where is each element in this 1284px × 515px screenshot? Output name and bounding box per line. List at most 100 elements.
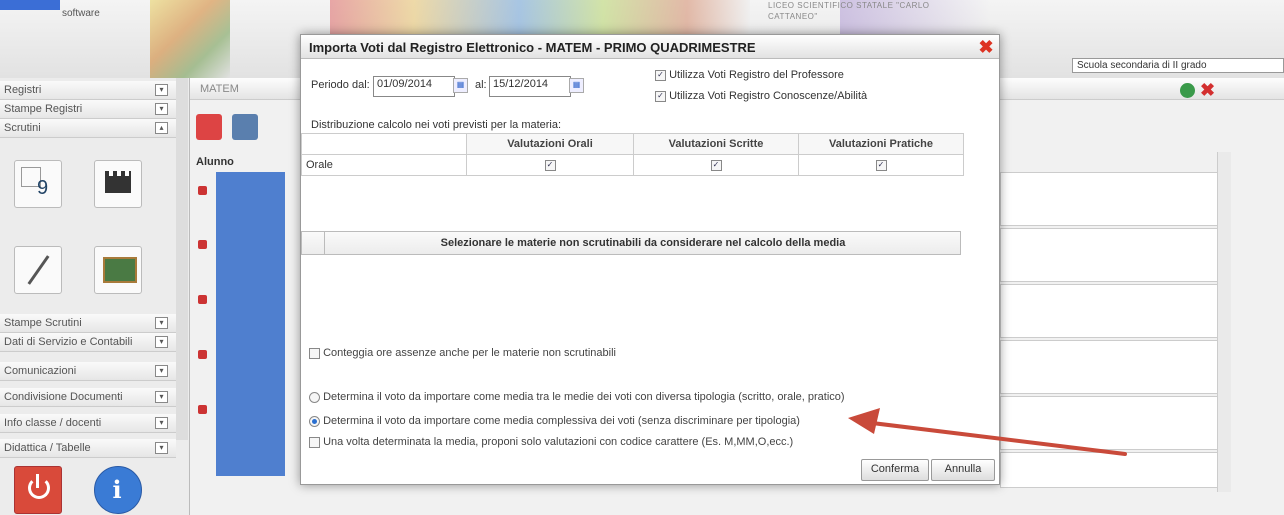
- annotation-arrow-icon: [848, 408, 1127, 456]
- period-from-input[interactable]: 01/09/2014: [373, 76, 455, 97]
- school-level-select[interactable]: Scuola secondaria di II grado: [1072, 58, 1284, 73]
- expand-icon[interactable]: ▾: [155, 84, 168, 96]
- confirm-button[interactable]: Conferma: [861, 459, 929, 481]
- checkbox-checked[interactable]: ✓: [655, 90, 666, 102]
- sidebar-item-scrutini[interactable]: Scrutini ▴: [0, 119, 176, 138]
- cancel-button[interactable]: Annulla: [931, 459, 995, 481]
- sidebar-item-stampe-registri[interactable]: Stampe Registri ▾: [0, 100, 176, 119]
- sidebar-item-stampe-scrutini[interactable]: Stampe Scrutini ▾: [0, 314, 176, 333]
- grade-cell[interactable]: [1000, 228, 1219, 282]
- checkbox-checked[interactable]: ✓: [710, 159, 722, 171]
- close-icon[interactable]: ✖: [977, 38, 995, 56]
- grid-action-icons: [196, 112, 296, 142]
- subject-select-label: Selezionare le materie non scrutinabili …: [324, 232, 961, 254]
- banner-art-left: [150, 0, 230, 78]
- student-icon: [198, 405, 207, 414]
- checkbox-label: Utilizza Voti Registro del Professore: [669, 69, 844, 81]
- sidebar-item-label: Stampe Scrutini: [4, 317, 82, 329]
- power-icon[interactable]: [14, 466, 62, 514]
- close-icon[interactable]: ✖: [1200, 80, 1215, 101]
- refresh-icon[interactable]: [1180, 83, 1195, 98]
- radio-unselected[interactable]: [309, 391, 320, 403]
- subject-tab[interactable]: MATEM: [200, 83, 239, 95]
- sidebar-item-dati-servizio[interactable]: Dati di Servizio e Contabili ▾: [0, 333, 176, 352]
- distribution-table: Valutazioni Orali Valutazioni Scritte Va…: [301, 133, 964, 176]
- period-to-label: al:: [475, 79, 487, 91]
- column-header: Valutazioni Orali: [466, 133, 634, 155]
- option-overall-row[interactable]: Determina il voto da importare come medi…: [309, 415, 800, 427]
- sidebar-item-didattica[interactable]: Didattica / Tabelle ▾: [0, 439, 176, 458]
- radio-label: Determina il voto da importare come medi…: [323, 391, 845, 403]
- student-icon: [198, 240, 207, 249]
- sidebar-item-label: Info classe / docenti: [4, 417, 102, 429]
- use-knowledge-register-row[interactable]: ✓ Utilizza Voti Registro Conoscenze/Abil…: [655, 90, 867, 102]
- expand-icon[interactable]: ▾: [155, 365, 168, 377]
- voti-grid-icon[interactable]: 9: [14, 160, 62, 208]
- option-by-type-row[interactable]: Determina il voto da importare come medi…: [309, 391, 845, 403]
- column-header: Valutazioni Pratiche: [798, 133, 964, 155]
- sidebar-item-label: Dati di Servizio e Contabili: [4, 336, 133, 348]
- radio-selected[interactable]: [309, 415, 320, 427]
- checkbox-checked[interactable]: ✓: [875, 159, 887, 171]
- sidebar-scrollbar[interactable]: [176, 78, 188, 440]
- checkbox-label: Conteggia ore assenze anche per le mater…: [323, 347, 616, 359]
- checkbox-label: Una volta determinata la media, proponi …: [323, 436, 794, 448]
- period-to-input[interactable]: 15/12/2014: [489, 76, 571, 97]
- sidebar-item-registri[interactable]: Registri ▾: [0, 81, 176, 100]
- expand-icon[interactable]: ▾: [155, 103, 168, 115]
- table-cell: ✓: [633, 154, 799, 176]
- sidebar-item-label: Stampe Registri: [4, 103, 83, 115]
- grade-cell[interactable]: [1000, 340, 1219, 394]
- student-icon: [198, 186, 207, 195]
- expand-icon[interactable]: ▾: [155, 336, 168, 348]
- expand-icon[interactable]: ▾: [155, 391, 168, 403]
- save-icon[interactable]: [232, 114, 258, 140]
- sidebar-item-comunicazioni[interactable]: Comunicazioni ▾: [0, 362, 176, 381]
- checkbox-checked[interactable]: ✓: [655, 69, 666, 81]
- redacted-student-names: [216, 172, 285, 476]
- sidebar-item-label: Condivisione Documenti: [4, 391, 123, 403]
- sidebar-item-condivisione[interactable]: Condivisione Documenti ▾: [0, 388, 176, 407]
- radio-label: Determina il voto da importare come medi…: [323, 415, 800, 427]
- grade-cell[interactable]: [1000, 284, 1219, 338]
- pencil-edit-icon[interactable]: [14, 246, 62, 294]
- distribution-label: Distribuzione calcolo nei voti previsti …: [311, 119, 562, 131]
- calendar-icon[interactable]: ▦: [453, 78, 468, 93]
- chalkboard-icon[interactable]: [94, 246, 142, 294]
- count-absences-row[interactable]: Conteggia ore assenze anche per le mater…: [309, 347, 616, 359]
- subject-select-header: Selezionare le materie non scrutinabili …: [301, 231, 961, 255]
- student-icon: [198, 295, 207, 304]
- expand-icon[interactable]: ▾: [155, 442, 168, 454]
- checkbox-unchecked[interactable]: [309, 347, 320, 359]
- sidebar-item-label: Comunicazioni: [4, 365, 77, 377]
- sidebar-item-label: Didattica / Tabelle: [4, 442, 91, 454]
- checkbox-label: Utilizza Voti Registro Conoscenze/Abilit…: [669, 90, 868, 102]
- column-header: Valutazioni Scritte: [633, 133, 799, 155]
- expand-icon[interactable]: ▾: [155, 417, 168, 429]
- dialog-title: Importa Voti dal Registro Elettronico - …: [301, 35, 999, 59]
- clapperboard-icon[interactable]: [94, 160, 142, 208]
- brand-text: software: [62, 8, 100, 19]
- option-codes-row[interactable]: Una volta determinata la media, proponi …: [309, 436, 793, 448]
- grid-scrollbar[interactable]: [1217, 152, 1231, 492]
- calendar-icon[interactable]: ▦: [569, 78, 584, 93]
- info-icon[interactable]: i: [94, 466, 142, 514]
- row-label: Orale: [301, 154, 467, 176]
- student-icon: [198, 350, 207, 359]
- grade-cell[interactable]: [1000, 172, 1219, 226]
- table-cell: ✓: [466, 154, 634, 176]
- checkbox-checked[interactable]: ✓: [544, 159, 556, 171]
- sidebar-item-label: Registri: [4, 84, 42, 96]
- use-teacher-register-row[interactable]: ✓ Utilizza Voti Registro del Professore: [655, 69, 844, 81]
- logo-block: [0, 0, 60, 10]
- exit-icon[interactable]: [196, 114, 222, 140]
- sidebar-item-label: Scrutini: [4, 122, 41, 134]
- expand-icon[interactable]: ▴: [155, 122, 168, 134]
- expand-icon[interactable]: ▾: [155, 317, 168, 329]
- window-controls: ✖: [1180, 80, 1220, 101]
- table-cell: ✓: [798, 154, 964, 176]
- checkbox-unchecked[interactable]: [309, 436, 320, 448]
- table-corner: [301, 133, 467, 155]
- sidebar-item-info-classe[interactable]: Info classe / docenti ▾: [0, 414, 176, 433]
- sidebar: Registri ▾ Stampe Registri ▾ Scrutini ▴ …: [0, 78, 190, 515]
